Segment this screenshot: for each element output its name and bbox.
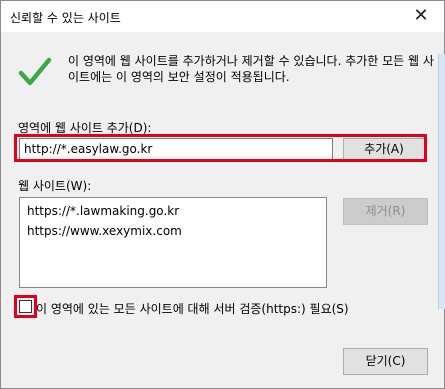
background-window-edge bbox=[438, 54, 445, 309]
check-icon bbox=[18, 57, 52, 86]
site-url-input[interactable] bbox=[19, 138, 333, 161]
trusted-sites-dialog: 신뢰할 수 있는 사이트 ✕ 이 영역에 웹 사이트를 추가하거나 제거할 수 … bbox=[0, 0, 445, 389]
list-item[interactable]: https://*.lawmaking.go.kr bbox=[20, 201, 326, 221]
https-checkbox[interactable] bbox=[19, 300, 32, 313]
add-site-label: 영역에 웹 사이트 추가(D): bbox=[18, 121, 152, 135]
remove-button[interactable]: 제거(R) bbox=[343, 198, 428, 225]
sites-list-label: 웹 사이트(W): bbox=[18, 179, 92, 193]
close-icon[interactable]: ✕ bbox=[410, 5, 432, 27]
sites-listbox[interactable]: https://*.lawmaking.go.kr https://www.xe… bbox=[19, 197, 327, 288]
dialog-title: 신뢰할 수 있는 사이트 bbox=[10, 11, 121, 25]
https-checkbox-label[interactable]: 이 영역에 있는 모든 사이트에 대해 서버 검증(https:) 필요(S) bbox=[36, 300, 349, 317]
add-button[interactable]: 추가(A) bbox=[343, 138, 425, 160]
title-bar: 신뢰할 수 있는 사이트 ✕ bbox=[1, 1, 444, 32]
list-item[interactable]: https://www.xexymix.com bbox=[20, 221, 326, 241]
info-description: 이 영역에 웹 사이트를 추가하거나 제거할 수 있습니다. 추가한 모든 웹 … bbox=[68, 54, 434, 84]
close-button[interactable]: 닫기(C) bbox=[343, 348, 428, 375]
